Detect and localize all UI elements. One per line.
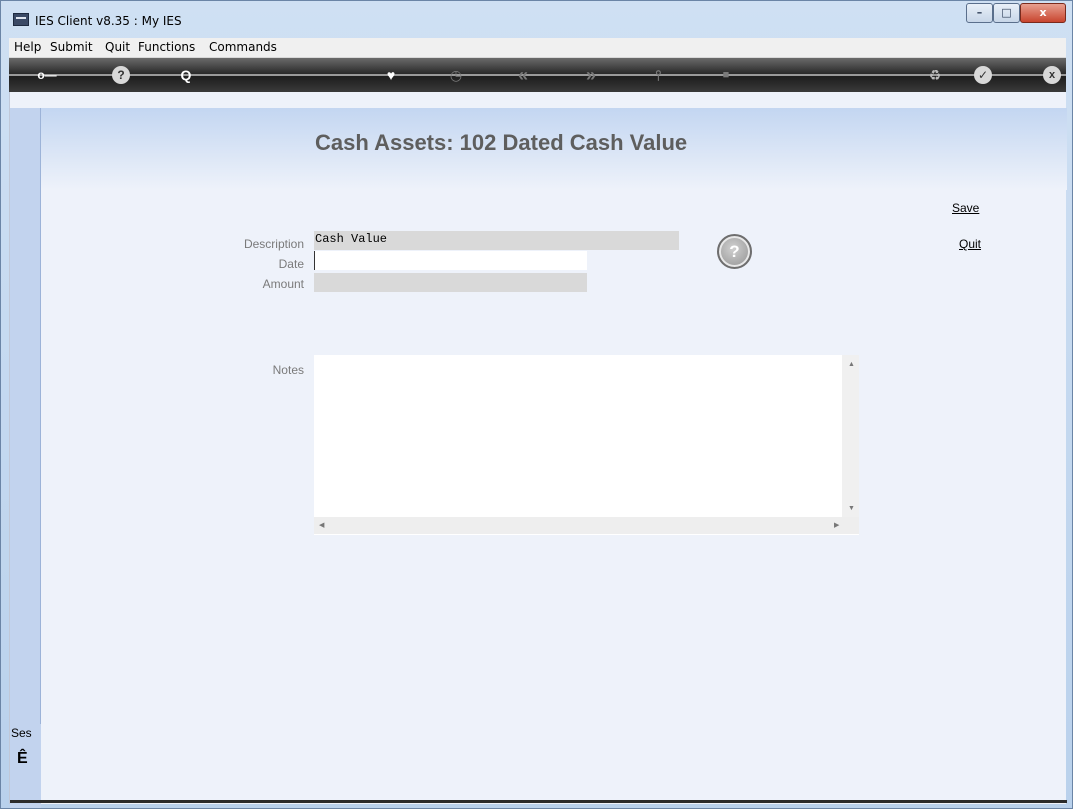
tools-icon[interactable]: ⫯ bbox=[649, 66, 667, 84]
heart-icon[interactable]: ♥ bbox=[382, 66, 400, 84]
check-icon[interactable]: ✓ bbox=[974, 66, 992, 84]
search-icon[interactable]: Q bbox=[177, 66, 195, 84]
window-title: IES Client v8.35 : My IES bbox=[35, 14, 182, 28]
amount-label: Amount bbox=[262, 277, 304, 291]
title-bar: IES Client v8.35 : My IES – □ x bbox=[1, 1, 1072, 38]
page-title: Cash Assets: 102 Dated Cash Value bbox=[315, 130, 688, 155]
scroll-down-icon[interactable]: ▼ bbox=[848, 505, 855, 512]
toolbar-divider bbox=[9, 74, 1066, 76]
scroll-left-icon[interactable]: ◀ bbox=[319, 521, 324, 529]
description-field[interactable]: Cash Value bbox=[314, 231, 679, 250]
app-icon[interactable] bbox=[13, 13, 29, 26]
menu-bar: Help Submit Quit Functions Commands bbox=[9, 38, 1066, 58]
minimize-button[interactable]: – bbox=[966, 3, 993, 23]
left-panel bbox=[10, 108, 41, 808]
menu-functions[interactable]: Functions bbox=[138, 40, 195, 54]
menu-submit[interactable]: Submit bbox=[50, 40, 93, 54]
app-window: IES Client v8.35 : My IES – □ x Help Sub… bbox=[0, 0, 1073, 809]
notes-label: Notes bbox=[272, 363, 304, 377]
close-icon[interactable]: x bbox=[1043, 66, 1061, 84]
content-area: Cash Assets: 102 Dated Cash Value Descri… bbox=[9, 92, 1067, 808]
scroll-up-icon[interactable]: ▲ bbox=[848, 361, 855, 368]
clock-icon[interactable]: ◷ bbox=[447, 66, 465, 84]
date-field[interactable] bbox=[314, 251, 587, 270]
toolbar: o— ? Q ♥ ◷ « » ⫯ ■ ♻ ✓ x bbox=[9, 58, 1066, 92]
menu-commands[interactable]: Commands bbox=[209, 40, 277, 54]
save-link[interactable]: Save bbox=[952, 201, 979, 215]
status-divider bbox=[10, 800, 1067, 803]
session-label: Ses bbox=[11, 726, 32, 740]
menu-quit[interactable]: Quit bbox=[105, 40, 130, 54]
recycle-icon[interactable]: ♻ bbox=[926, 66, 944, 84]
close-window-button[interactable]: x bbox=[1020, 3, 1066, 23]
notes-textarea[interactable] bbox=[314, 355, 859, 535]
help-icon[interactable]: ? bbox=[112, 66, 130, 84]
date-label: Date bbox=[278, 257, 304, 271]
fast-forward-icon[interactable]: » bbox=[582, 66, 600, 84]
notes-horizontal-scrollbar[interactable]: ◀ ▶ bbox=[314, 517, 859, 534]
key-icon[interactable]: o— bbox=[33, 66, 61, 84]
scroll-right-icon[interactable]: ▶ bbox=[834, 521, 839, 529]
menu-help[interactable]: Help bbox=[14, 40, 41, 54]
maximize-button[interactable]: □ bbox=[993, 3, 1020, 23]
description-label: Description bbox=[243, 237, 304, 251]
amount-field[interactable] bbox=[314, 273, 587, 292]
help-button[interactable]: ? bbox=[717, 234, 752, 269]
quit-link[interactable]: Quit bbox=[959, 237, 981, 251]
stop-icon[interactable]: ■ bbox=[717, 66, 735, 84]
session-icon[interactable]: Ê bbox=[17, 750, 28, 768]
notes-vertical-scrollbar[interactable]: ▲ ▼ bbox=[842, 355, 859, 517]
rewind-icon[interactable]: « bbox=[514, 66, 532, 84]
left-panel-edge bbox=[40, 108, 41, 724]
